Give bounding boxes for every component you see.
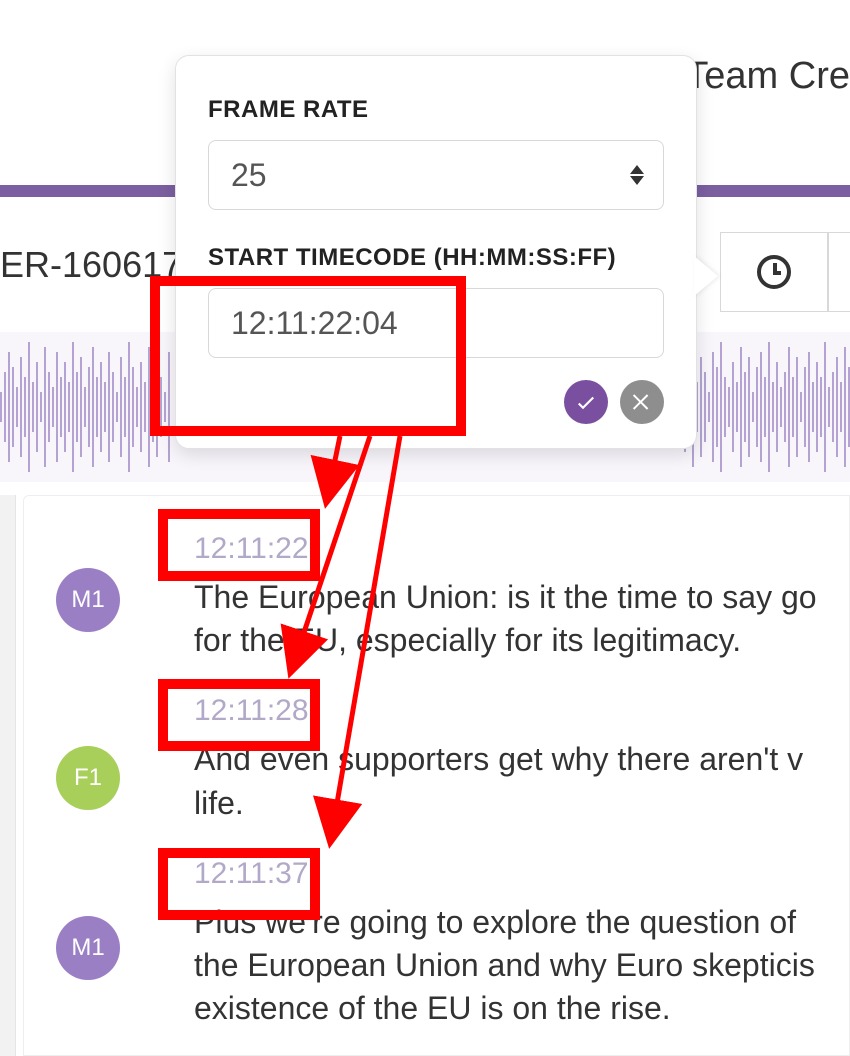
frame-rate-select[interactable]: 25 [208,140,664,210]
popover-arrow-icon [694,256,718,296]
segment-text-line[interactable]: life. [194,782,849,825]
frame-rate-value: 25 [231,157,267,194]
toolbar-extra-button[interactable] [828,232,850,312]
speaker-badge[interactable]: M1 [56,568,120,632]
select-caret-icon [630,165,644,185]
transcript-segment: 12:11:37 Plus we're going to explore the … [24,841,849,1047]
speaker-badge[interactable]: F1 [56,746,120,810]
transcript-segment: 12:11:28 And even supporters get why ther… [24,678,849,840]
confirm-button[interactable] [564,380,608,424]
frame-rate-label: FRAME RATE [208,96,664,124]
segment-text-line[interactable]: The European Union: is it the time to sa… [194,576,849,619]
cancel-button[interactable] [620,380,664,424]
start-timecode-value: 12:11:22:04 [231,305,398,342]
segment-text-line[interactable]: the European Union and why Euro skeptici… [194,944,849,987]
segment-text-line[interactable]: Plus we're going to explore the question… [194,901,849,944]
timecode-popover: FRAME RATE 25 START TIMECODE (HH:MM:SS:F… [175,55,697,449]
transcript-segment: 12:11:22 The European Union: is it the ti… [24,516,849,678]
segment-timestamp[interactable]: 12:11:22 [194,532,309,566]
close-icon [630,390,654,414]
segment-text-line[interactable]: existence of the EU is on the rise. [194,987,849,1030]
segment-timestamp[interactable]: 12:11:28 [194,694,309,728]
transcript-panel: 12:11:22 The European Union: is it the ti… [23,495,850,1056]
segment-text-line[interactable]: And even supporters get why there aren't… [194,738,849,781]
segment-timestamp[interactable]: 12:11:37 [194,857,309,891]
timecode-settings-button[interactable] [720,232,828,312]
check-icon [574,390,598,414]
clock-icon [757,255,791,289]
start-timecode-input[interactable]: 12:11:22:04 [208,288,664,358]
segment-text-line[interactable]: for the EU, especially for its legitimac… [194,619,849,662]
team-link[interactable]: Team Cre [685,55,850,98]
start-timecode-label: START TIMECODE (HH:MM:SS:FF) [208,244,664,272]
speaker-badge[interactable]: M1 [56,916,120,980]
transcript-gutter [0,495,16,1056]
